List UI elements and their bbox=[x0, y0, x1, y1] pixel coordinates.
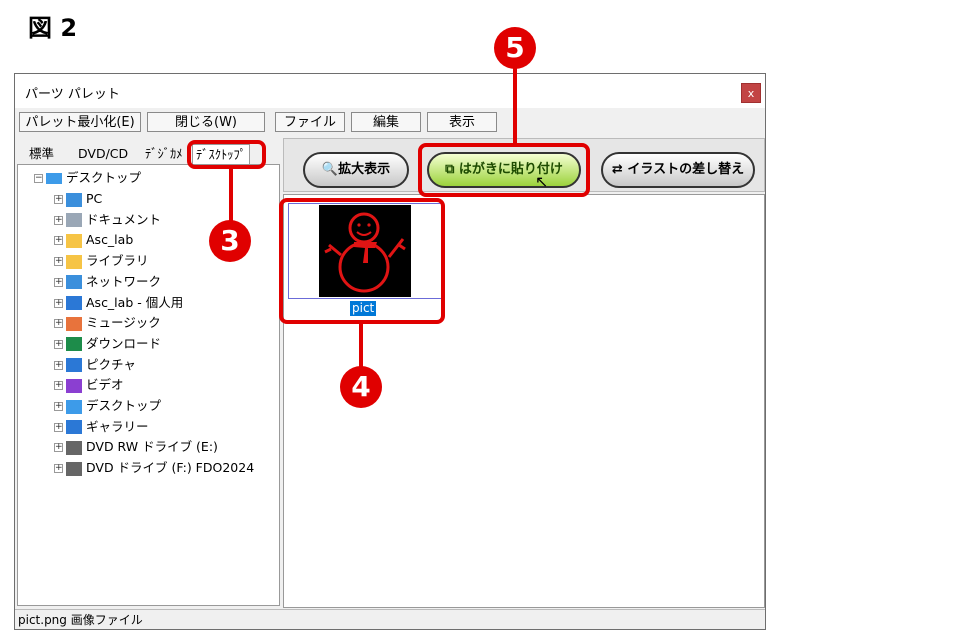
tree-item-label: ギャラリー bbox=[86, 418, 149, 434]
close-palette-button[interactable]: 閉じる(W) bbox=[147, 112, 265, 132]
replace-label: イラストの差し替え bbox=[627, 162, 745, 177]
callout-box-paste-button bbox=[418, 143, 590, 197]
tab-dvdcd[interactable]: DVD/CD bbox=[78, 144, 128, 164]
expand-icon[interactable]: + bbox=[54, 402, 63, 411]
tree-item-label: ドキュメント bbox=[86, 211, 162, 227]
status-bar: pict.png 画像ファイル bbox=[15, 609, 765, 629]
parts-palette-window: パーツ パレット x パレット最小化(E) 閉じる(W) ファイル 編集 表示 … bbox=[14, 73, 766, 630]
expand-icon[interactable]: + bbox=[54, 277, 63, 287]
video-icon bbox=[66, 378, 82, 393]
callout-number-3: 3 bbox=[209, 220, 251, 262]
tree-item[interactable]: + ピクチャ bbox=[54, 356, 136, 374]
gallery-icon bbox=[66, 420, 82, 435]
callout-box-desktop-tab bbox=[187, 140, 266, 169]
callout-line bbox=[513, 68, 517, 144]
replace-illustration-button[interactable]: ⇄ イラストの差し替え bbox=[601, 152, 755, 188]
tree-item[interactable]: + ビデオ bbox=[54, 376, 124, 394]
collapse-icon[interactable]: − bbox=[34, 174, 43, 183]
replace-icon: ⇄ bbox=[611, 162, 628, 177]
picture-icon bbox=[66, 358, 82, 373]
file-menu-button[interactable]: ファイル bbox=[275, 112, 345, 132]
tree-root[interactable]: − デスクトップ bbox=[34, 169, 141, 187]
folder-icon bbox=[66, 254, 82, 269]
tree-item[interactable]: + ダウンロード bbox=[54, 335, 161, 353]
expand-icon[interactable]: + bbox=[54, 319, 63, 329]
cloud-icon bbox=[66, 296, 82, 310]
zoom-label: 拡大表示 bbox=[338, 162, 391, 177]
zoom-button[interactable]: 🔍拡大表示 bbox=[303, 152, 409, 188]
tree-item[interactable]: + ネットワーク bbox=[54, 273, 161, 291]
tree-item-label: Asc_lab - 個人用 bbox=[86, 294, 184, 310]
expand-icon[interactable]: + bbox=[54, 422, 63, 432]
folder-icon bbox=[66, 233, 82, 248]
expand-icon[interactable]: + bbox=[54, 236, 63, 246]
tree-item-label: Asc_lab bbox=[86, 232, 134, 248]
expand-icon[interactable]: + bbox=[54, 443, 63, 453]
minimize-palette-button[interactable]: パレット最小化(E) bbox=[19, 112, 141, 132]
tree-item-label: DVD RW ドライブ (E:) bbox=[86, 439, 218, 455]
dvd-drive-icon bbox=[66, 461, 82, 476]
tree-item[interactable]: + DVD RW ドライブ (E:) bbox=[54, 438, 218, 456]
tree-item[interactable]: + ライブラリ bbox=[54, 252, 149, 270]
tree-item[interactable]: + デスクトップ bbox=[54, 397, 161, 415]
tab-standard[interactable]: 標準 bbox=[29, 144, 54, 164]
tree-item[interactable]: + PC bbox=[54, 190, 102, 208]
music-icon bbox=[66, 316, 82, 331]
network-icon bbox=[66, 275, 82, 290]
tree-item-label: ビデオ bbox=[86, 377, 124, 393]
expand-icon[interactable]: + bbox=[54, 215, 63, 225]
figure-label: 図 2 bbox=[28, 14, 78, 42]
expand-icon[interactable]: + bbox=[54, 464, 63, 474]
tree-item-label: ダウンロード bbox=[86, 335, 162, 351]
edit-menu-button[interactable]: 編集 bbox=[351, 112, 421, 132]
tree-item[interactable]: + ドキュメント bbox=[54, 211, 161, 229]
expand-icon[interactable]: + bbox=[54, 381, 63, 391]
monitor-icon bbox=[66, 192, 82, 207]
callout-number-4: 4 bbox=[340, 366, 382, 408]
expand-icon[interactable]: + bbox=[54, 339, 63, 349]
tree-item-label: デスクトップ bbox=[86, 398, 162, 413]
tab-digicam[interactable]: ﾃﾞｼﾞｶﾒ bbox=[145, 144, 183, 164]
download-icon bbox=[66, 337, 82, 352]
tree-item-label: PC bbox=[86, 191, 103, 206]
tree-item-label: ミュージック bbox=[86, 315, 161, 331]
tree-item[interactable]: + ギャラリー bbox=[54, 418, 149, 436]
callout-line bbox=[359, 324, 363, 370]
desktop-icon bbox=[66, 399, 82, 414]
window-title: パーツ パレット bbox=[25, 87, 120, 102]
tree-item-label: ネットワーク bbox=[86, 273, 162, 289]
callout-number-5: 5 bbox=[494, 27, 536, 69]
expand-icon[interactable]: + bbox=[54, 360, 63, 370]
expand-icon[interactable]: + bbox=[54, 195, 63, 204]
magnifier-icon: 🔍 bbox=[321, 162, 339, 177]
view-menu-button[interactable]: 表示 bbox=[427, 112, 497, 132]
tree-item-label: ピクチャ bbox=[86, 356, 136, 372]
expand-icon[interactable]: + bbox=[54, 298, 63, 308]
tree-item[interactable]: + Asc_lab bbox=[54, 231, 133, 249]
tree-root-label: デスクトップ bbox=[66, 170, 142, 185]
tree-item[interactable]: + Asc_lab - 個人用 bbox=[54, 294, 183, 312]
expand-icon[interactable]: + bbox=[54, 257, 63, 267]
tree-item-label: DVD ドライブ (F:) FDO2024 bbox=[86, 460, 255, 476]
close-button[interactable]: x bbox=[741, 83, 761, 103]
tree-item[interactable]: + ミュージック bbox=[54, 314, 161, 332]
dvd-drive-icon bbox=[66, 440, 82, 455]
tree-item-label: ライブラリ bbox=[86, 253, 149, 269]
desktop-icon bbox=[46, 173, 62, 184]
callout-box-thumbnail bbox=[279, 198, 445, 324]
title-bar: パーツ パレット x bbox=[15, 74, 765, 108]
tree-item[interactable]: + DVD ドライブ (F:) FDO2024 bbox=[54, 459, 254, 477]
document-icon bbox=[66, 213, 82, 228]
